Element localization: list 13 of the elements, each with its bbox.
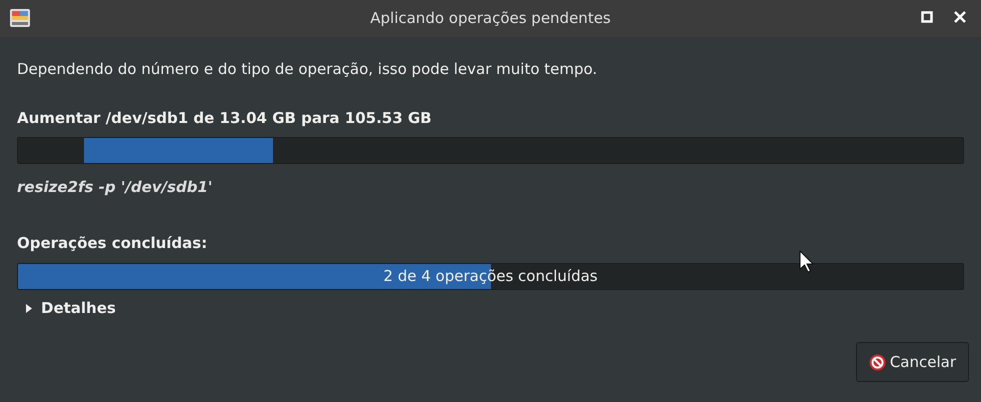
- operation-label: Aumentar /dev/sdb1 de 13.04 GB para 105.53 GB: [17, 108, 433, 129]
- maximize-icon[interactable]: [921, 11, 933, 23]
- description-text: Dependendo do número e do tipo de operação, isso pode levar muito tempo.: [17, 59, 598, 80]
- details-expander[interactable]: Detalhes: [24, 297, 116, 320]
- close-icon[interactable]: [954, 11, 966, 23]
- command-text: resize2fs -p '/dev/sdb1': [17, 176, 214, 198]
- app-icon: [9, 8, 31, 28]
- mouse-cursor-icon: [799, 250, 815, 274]
- window-title: Aplicando operações pendentes: [370, 8, 611, 30]
- completed-label: Operações concluídas:: [17, 233, 208, 254]
- stop-icon: [869, 354, 886, 370]
- triangle-icon: [24, 303, 34, 314]
- cancel-button[interactable]: Cancelar: [856, 342, 969, 382]
